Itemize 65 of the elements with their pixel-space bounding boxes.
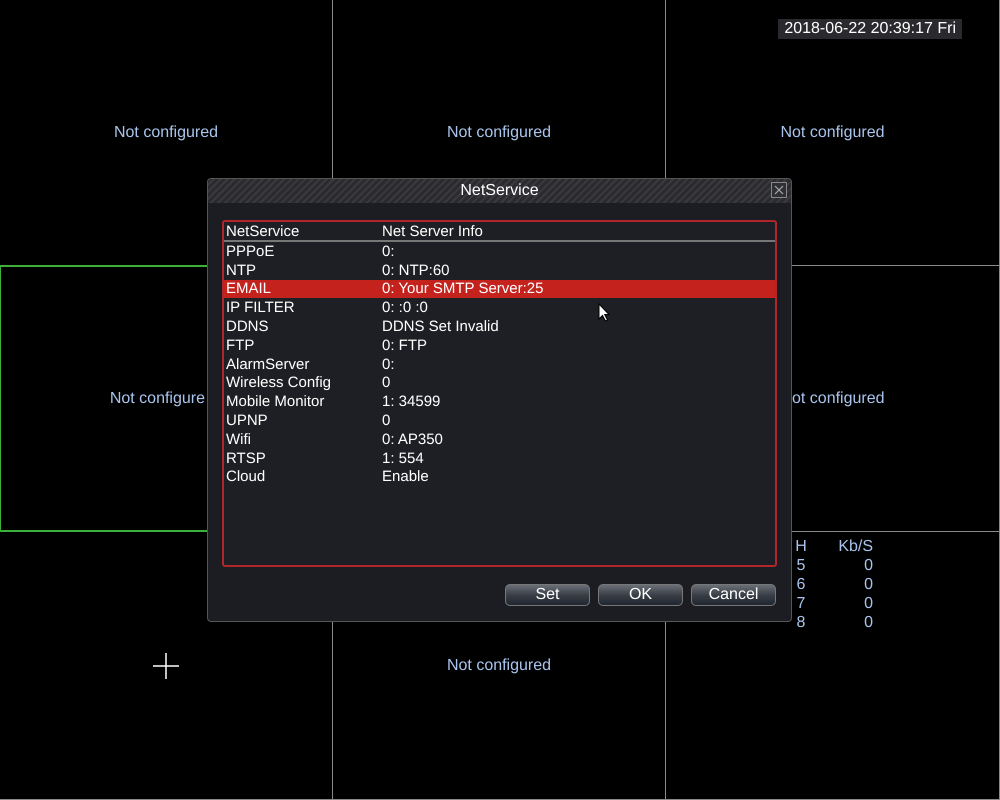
service-name: PPPoE	[226, 242, 274, 260]
server-info: 0	[382, 374, 390, 392]
column-header: Net Server Info	[382, 222, 483, 240]
list-row[interactable]: IP FILTER 0: :0 :0	[224, 298, 775, 318]
service-name: NTP	[226, 262, 256, 279]
pointer-icon	[598, 303, 610, 322]
list-row[interactable]: FTP 0: FTP	[224, 336, 775, 355]
channel-status: Not configured	[446, 124, 552, 142]
bitrate-value: 0	[863, 576, 873, 595]
service-name: AlarmServer	[226, 356, 310, 373]
bitrate-value: 0	[863, 595, 873, 614]
service-name: Wifi	[226, 430, 251, 448]
server-info: 0: AP350	[382, 430, 443, 448]
server-info: 0: FTP	[382, 336, 428, 354]
window-title: NetService	[460, 182, 539, 200]
list-row[interactable]: NTP 0: NTP:60	[224, 260, 775, 280]
server-info: 0: NTP:60	[382, 262, 450, 279]
service-name: UPNP	[226, 412, 268, 430]
dialog-button[interactable]: Cancel	[691, 584, 776, 606]
column-header: Kb/S	[837, 538, 873, 557]
channel-number: 5	[796, 557, 806, 576]
crosshair-icon	[153, 652, 179, 678]
channel-number: 8	[796, 614, 806, 633]
column-header: H	[794, 538, 808, 557]
channel-status: Not configure	[110, 390, 205, 408]
service-name: Cloud	[226, 468, 266, 486]
server-info: 1: 34599	[382, 393, 440, 410]
column-header: NetService	[226, 222, 300, 240]
bitrate-value: 0	[863, 614, 873, 633]
server-info: DDNS Set Invalid	[382, 318, 499, 336]
service-name: DDNS	[226, 318, 269, 336]
list-row[interactable]: Mobile Monitor 1: 34599	[224, 392, 775, 412]
list-row[interactable]: EMAIL 0: Your SMTP Server:25	[224, 280, 775, 298]
list-row[interactable]: UPNP 0	[224, 411, 775, 430]
dialog-button[interactable]: Set	[505, 584, 590, 606]
date-time: 2018-06-22 20:39:17 Fri	[778, 19, 962, 39]
channel-status: Not configured	[780, 124, 885, 142]
channel-number: 7	[796, 595, 806, 614]
service-name: Wireless Config	[226, 374, 332, 392]
service-name: Mobile Monitor	[226, 393, 324, 410]
list-row[interactable]: Wireless Config 0	[224, 374, 775, 392]
server-info: 0:	[382, 242, 395, 260]
list-row[interactable]: Cloud Enable	[224, 468, 775, 486]
server-info: 1: 554	[382, 450, 424, 467]
service-name: RTSP	[226, 450, 266, 467]
channel-status: Not configured	[114, 124, 218, 142]
server-info: 0:	[382, 356, 395, 373]
service-name: IP FILTER	[226, 299, 295, 316]
list-row[interactable]: AlarmServer 0:	[224, 354, 775, 374]
server-info: 0: :0 :0	[382, 299, 428, 316]
list-row[interactable]: RTSP 1: 554	[224, 448, 775, 468]
channel-status: ot configured	[792, 390, 885, 408]
service-name: FTP	[226, 336, 254, 354]
dialog-button[interactable]: OK	[598, 584, 683, 606]
channel-number: 6	[796, 576, 806, 595]
close-icon[interactable]	[771, 182, 787, 198]
service-name: EMAIL	[226, 280, 272, 298]
list-row[interactable]: Wifi 0: AP350	[224, 430, 775, 449]
server-info: 0: Your SMTP Server:25	[382, 280, 544, 298]
bitrate-value: 0	[863, 557, 873, 576]
list-row[interactable]: PPPoE 0:	[224, 242, 775, 261]
list-row[interactable]: DDNS DDNS Set Invalid	[224, 317, 775, 336]
server-info: Enable	[382, 468, 429, 486]
server-info: 0	[382, 412, 390, 430]
channel-status: Not configured	[446, 656, 552, 674]
